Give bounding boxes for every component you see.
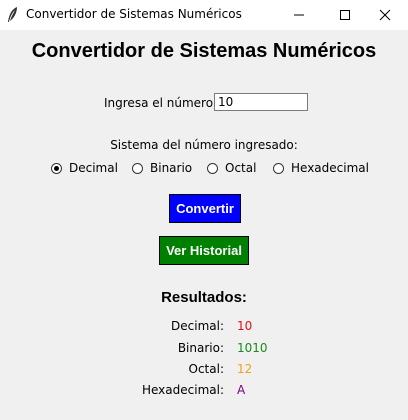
feather-icon (6, 6, 20, 24)
result-label-hexadecimal: Hexadecimal: (141, 383, 224, 397)
radio-octal[interactable]: Octal (207, 160, 256, 176)
radio-unchecked-icon[interactable] (273, 162, 284, 174)
radio-label: Hexadecimal (291, 161, 369, 175)
radio-hexadecimal[interactable]: Hexadecimal (273, 160, 369, 176)
history-button[interactable]: Ver Historial (159, 236, 249, 265)
result-value-octal: 12 (237, 362, 253, 376)
result-label-decimal: Decimal: (171, 319, 224, 333)
number-input[interactable] (214, 93, 308, 111)
result-value-hexadecimal: A (237, 383, 246, 397)
title-bar: Convertidor de Sistemas Numéricos (0, 0, 408, 30)
convert-button[interactable]: Convertir (169, 194, 241, 223)
radio-label: Binario (150, 161, 193, 175)
result-label-octal: Octal: (188, 362, 224, 376)
radio-decimal[interactable]: Decimal (51, 160, 118, 176)
radio-label: Decimal (69, 161, 118, 175)
number-label: Ingresa el número: (104, 96, 218, 110)
radio-checked-icon[interactable] (51, 162, 62, 174)
minimize-button[interactable] (276, 0, 322, 30)
radio-label: Octal (225, 161, 257, 175)
radio-binario[interactable]: Binario (132, 160, 192, 176)
result-value-decimal: 10 (237, 319, 253, 333)
result-value-binario: 1010 (237, 341, 268, 355)
result-label-binario: Binario: (177, 341, 224, 355)
system-label: Sistema del número ingresado: (110, 138, 298, 152)
close-button[interactable] (362, 0, 408, 30)
radio-unchecked-icon[interactable] (207, 162, 218, 174)
results-heading: Resultados: (161, 289, 247, 306)
window-title: Convertidor de Sistemas Numéricos (26, 7, 242, 21)
radio-unchecked-icon[interactable] (132, 162, 143, 174)
page-title: Convertidor de Sistemas Numéricos (31, 40, 377, 62)
